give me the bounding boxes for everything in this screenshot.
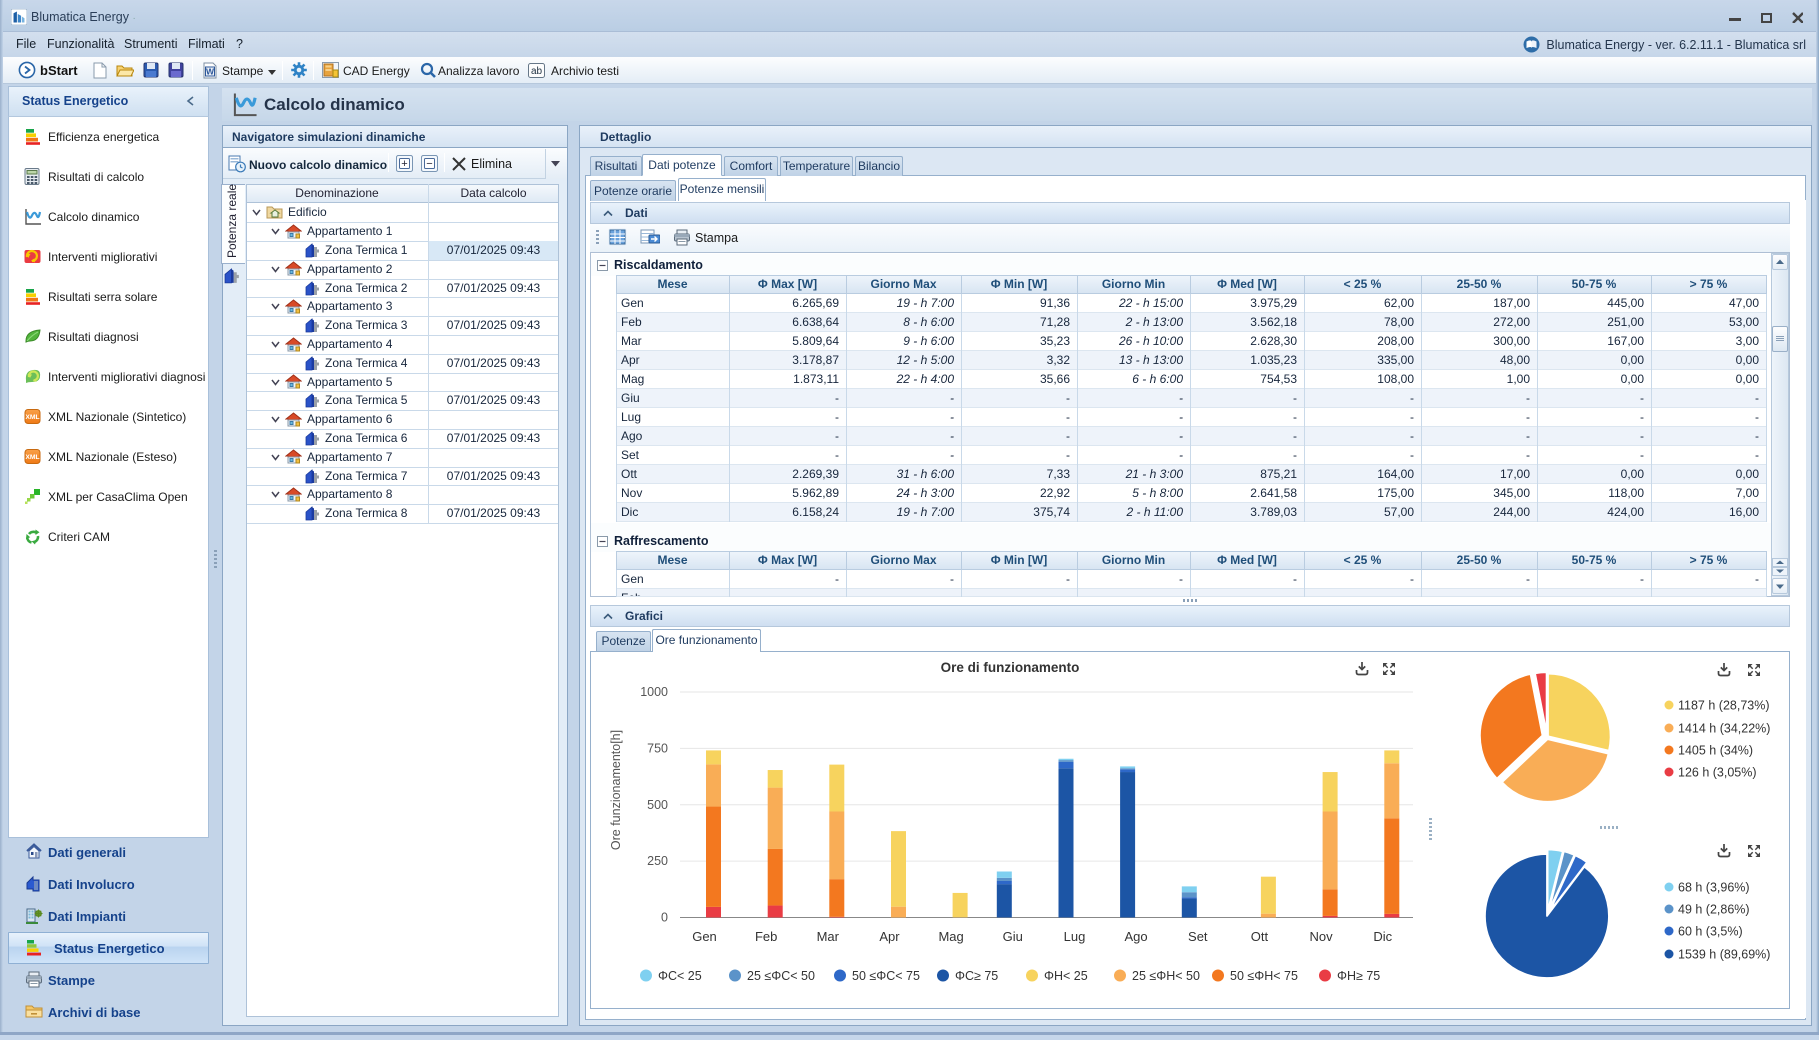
svg-text:Ott: Ott bbox=[1251, 929, 1269, 944]
svg-text:750: 750 bbox=[647, 741, 668, 755]
svg-text:500: 500 bbox=[647, 798, 668, 812]
svg-text:1414 h (34,22%): 1414 h (34,22%) bbox=[1678, 722, 1770, 736]
svg-text:ΦH≥ 75: ΦH≥ 75 bbox=[1337, 969, 1380, 983]
svg-text:1539 h (89,69%): 1539 h (89,69%) bbox=[1678, 948, 1770, 962]
svg-text:ab: ab bbox=[531, 66, 543, 77]
svg-text:Mag: Mag bbox=[938, 929, 963, 944]
svg-text:−: − bbox=[426, 158, 432, 170]
svg-text:Ore funzionamento[h]: Ore funzionamento[h] bbox=[609, 730, 623, 850]
svg-text:0: 0 bbox=[661, 911, 668, 925]
svg-text:Ago: Ago bbox=[1125, 929, 1148, 944]
svg-text:Ore di funzionamento: Ore di funzionamento bbox=[941, 660, 1080, 675]
svg-text:25 ≤ΦH< 50: 25 ≤ΦH< 50 bbox=[1132, 969, 1200, 983]
svg-text:49 h (2,86%): 49 h (2,86%) bbox=[1678, 903, 1750, 917]
svg-text:ΦC≥ 75: ΦC≥ 75 bbox=[955, 969, 998, 983]
svg-text:1187 h (28,73%): 1187 h (28,73%) bbox=[1678, 699, 1770, 713]
svg-text:Set: Set bbox=[1188, 929, 1208, 944]
svg-text:ΦH< 25: ΦH< 25 bbox=[1044, 969, 1088, 983]
svg-text:250: 250 bbox=[647, 854, 668, 868]
svg-text:+: + bbox=[401, 158, 407, 170]
svg-text:Apr: Apr bbox=[879, 929, 900, 944]
svg-text:25 ≤ΦC< 50: 25 ≤ΦC< 50 bbox=[747, 969, 815, 983]
svg-text:68 h (3,96%): 68 h (3,96%) bbox=[1678, 881, 1750, 895]
svg-text:126 h (3,05%): 126 h (3,05%) bbox=[1678, 766, 1757, 780]
svg-text:Dic: Dic bbox=[1373, 929, 1392, 944]
svg-text:Mar: Mar bbox=[817, 929, 840, 944]
svg-text:60 h (3,5%): 60 h (3,5%) bbox=[1678, 925, 1743, 939]
svg-text:1405 h (34%): 1405 h (34%) bbox=[1678, 744, 1753, 758]
svg-text:XML: XML bbox=[25, 414, 39, 421]
svg-text:Gen: Gen bbox=[692, 929, 717, 944]
svg-text:1000: 1000 bbox=[640, 685, 668, 699]
svg-text:Feb: Feb bbox=[755, 929, 777, 944]
svg-text:Giu: Giu bbox=[1003, 929, 1023, 944]
svg-text:Nov: Nov bbox=[1310, 929, 1334, 944]
svg-text:W: W bbox=[206, 67, 215, 77]
svg-text:50 ≤ΦH< 75: 50 ≤ΦH< 75 bbox=[1230, 969, 1298, 983]
svg-text:XML: XML bbox=[25, 454, 39, 461]
svg-text:ΦC< 25: ΦC< 25 bbox=[658, 969, 702, 983]
svg-text:50 ≤ΦC< 75: 50 ≤ΦC< 75 bbox=[852, 969, 920, 983]
svg-text:Lug: Lug bbox=[1064, 929, 1086, 944]
